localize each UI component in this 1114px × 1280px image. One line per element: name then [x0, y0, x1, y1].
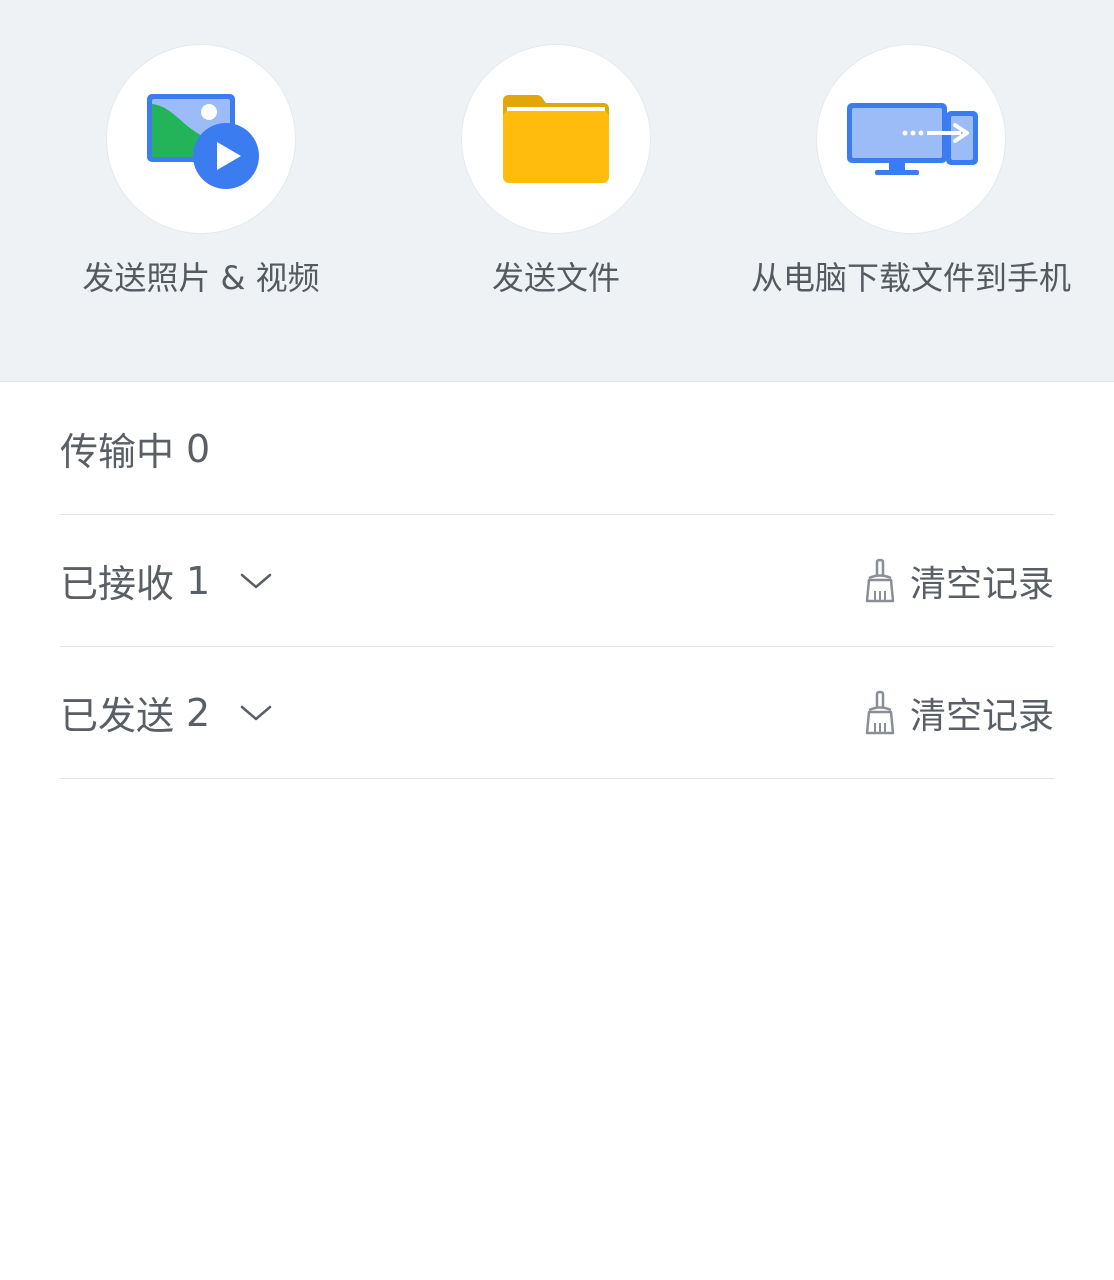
chevron-down-icon[interactable]: [240, 704, 272, 722]
transfer-list: 传输中 0 已接收 1 清空记录 已发送 2 清空记录: [60, 383, 1054, 779]
sent-label: 已发送: [60, 694, 175, 738]
received-row[interactable]: 已接收 1 清空记录: [60, 515, 1054, 647]
clear-received-label: 清空记录: [909, 563, 1054, 605]
send-photos-videos-label: 发送照片 & 视频: [82, 259, 320, 297]
clear-received-button[interactable]: 清空记录: [864, 555, 1054, 607]
download-from-computer-label: 从电脑下载文件到手机: [750, 259, 1071, 297]
transferring-label: 传输中: [60, 430, 175, 474]
send-files-button[interactable]: 发送文件: [376, 44, 736, 300]
quick-actions-panel: 发送照片 & 视频 发送文件 从电脑下载文件到手机: [0, 0, 1114, 382]
send-photos-videos-circle[interactable]: [106, 44, 296, 234]
broom-icon: [864, 558, 896, 604]
folder-icon: [503, 95, 609, 183]
send-photos-videos-button[interactable]: 发送照片 & 视频: [21, 44, 381, 300]
chevron-down-icon[interactable]: [240, 572, 272, 590]
sent-count: 2: [186, 690, 211, 735]
transferring-row[interactable]: 传输中 0: [60, 383, 1054, 515]
sent-row[interactable]: 已发送 2 清空记录: [60, 647, 1054, 779]
received-count: 1: [186, 558, 211, 603]
transferring-count: 0: [186, 426, 211, 471]
send-files-label: 发送文件: [491, 259, 620, 297]
photo-video-icon: [147, 94, 259, 189]
clear-sent-button[interactable]: 清空记录: [864, 687, 1054, 739]
download-from-computer-circle[interactable]: [816, 44, 1006, 234]
download-from-computer-button[interactable]: 从电脑下载文件到手机: [731, 44, 1091, 300]
send-files-circle[interactable]: [461, 44, 651, 234]
received-label: 已接收: [60, 562, 175, 606]
computer-to-phone-icon: [847, 103, 978, 175]
clear-sent-label: 清空记录: [909, 695, 1054, 737]
broom-icon: [864, 690, 896, 736]
